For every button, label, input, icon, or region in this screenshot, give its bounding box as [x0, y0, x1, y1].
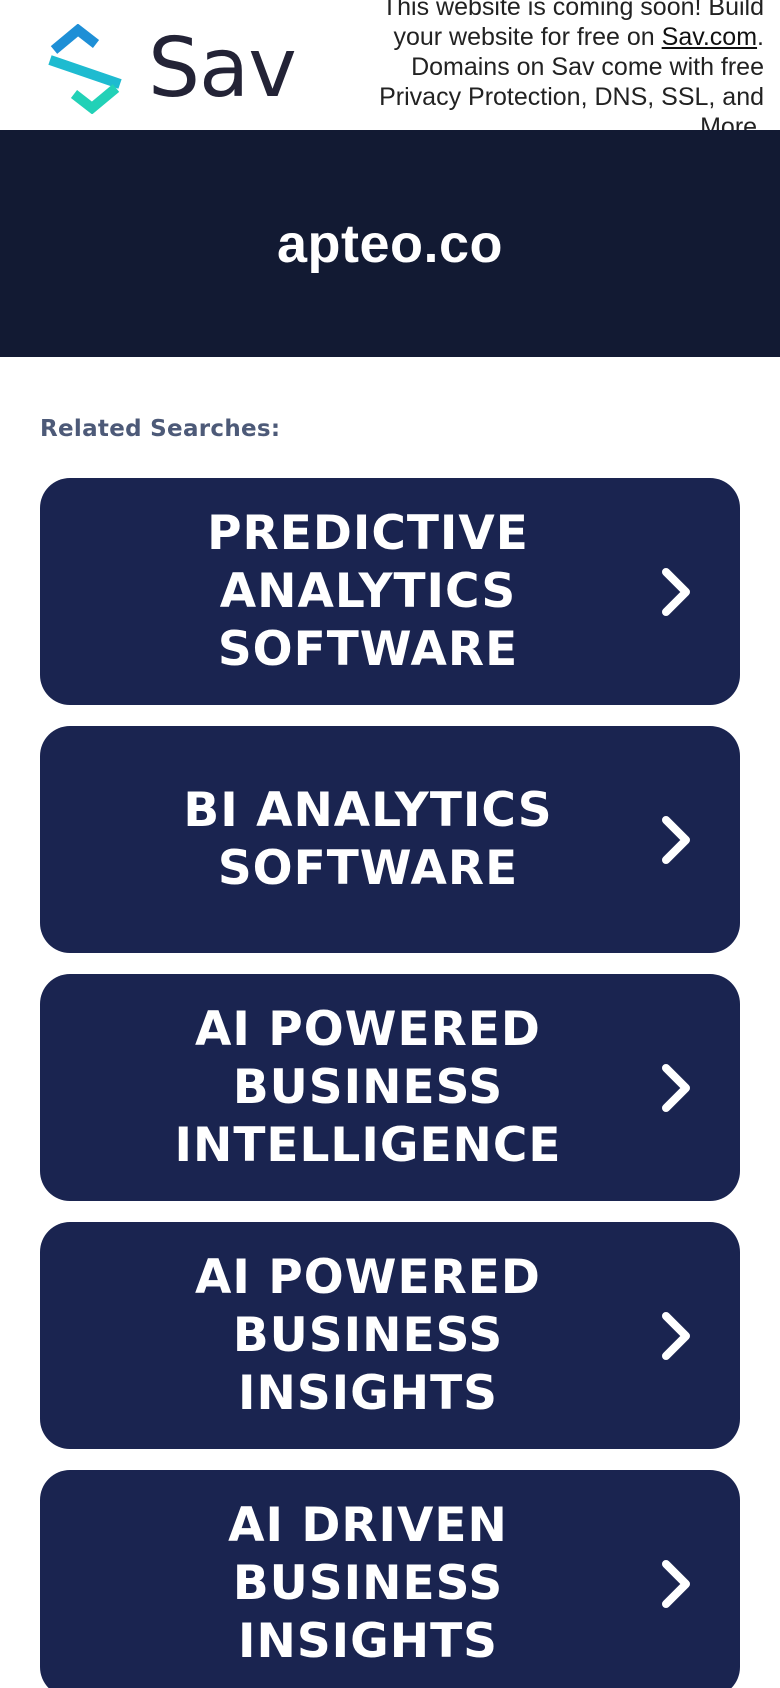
related-searches-list: PREDICTIVE ANALYTICS SOFTWARE BI ANALYTI…: [40, 478, 740, 1688]
related-search-label: AI POWERED BUSINESS INTELLIGENCE: [174, 1001, 562, 1173]
related-search-item-ai-powered-business-intelligence[interactable]: AI POWERED BUSINESS INTELLIGENCE: [40, 974, 740, 1201]
related-search-label: BI ANALYTICS SOFTWARE: [183, 782, 553, 896]
related-search-label: AI POWERED BUSINESS INSIGHTS: [195, 1249, 541, 1421]
related-search-item-bi-analytics-software[interactable]: BI ANALYTICS SOFTWARE: [40, 726, 740, 953]
site-header: Sav This website is coming soon! Build y…: [0, 0, 780, 130]
related-search-item-ai-powered-business-insights[interactable]: AI POWERED BUSINESS INSIGHTS: [40, 1222, 740, 1449]
related-search-item-predictive-analytics-software[interactable]: PREDICTIVE ANALYTICS SOFTWARE: [40, 478, 740, 705]
related-search-item-ai-driven-business-insights[interactable]: AI DRIVEN BUSINESS INSIGHTS: [40, 1470, 740, 1688]
hero-banner: apteo.co: [0, 130, 780, 357]
domain-title: apteo.co: [276, 213, 504, 274]
related-searches-heading: Related Searches:: [40, 416, 281, 442]
related-search-label: PREDICTIVE ANALYTICS SOFTWARE: [207, 505, 529, 677]
chevron-right-icon: [662, 815, 690, 864]
related-search-label: AI DRIVEN BUSINESS INSIGHTS: [228, 1497, 508, 1669]
coming-soon-notice: This website is coming soon! Build your …: [344, 0, 764, 130]
sav-logo-icon: [48, 24, 122, 114]
chevron-right-icon: [662, 1559, 690, 1608]
sav-logo[interactable]: Sav: [44, 21, 297, 116]
sav-link[interactable]: Sav.com: [662, 23, 757, 51]
chevron-right-icon: [662, 567, 690, 616]
chevron-right-icon: [662, 1311, 690, 1360]
brand-name: Sav: [148, 21, 297, 116]
chevron-right-icon: [662, 1063, 690, 1112]
